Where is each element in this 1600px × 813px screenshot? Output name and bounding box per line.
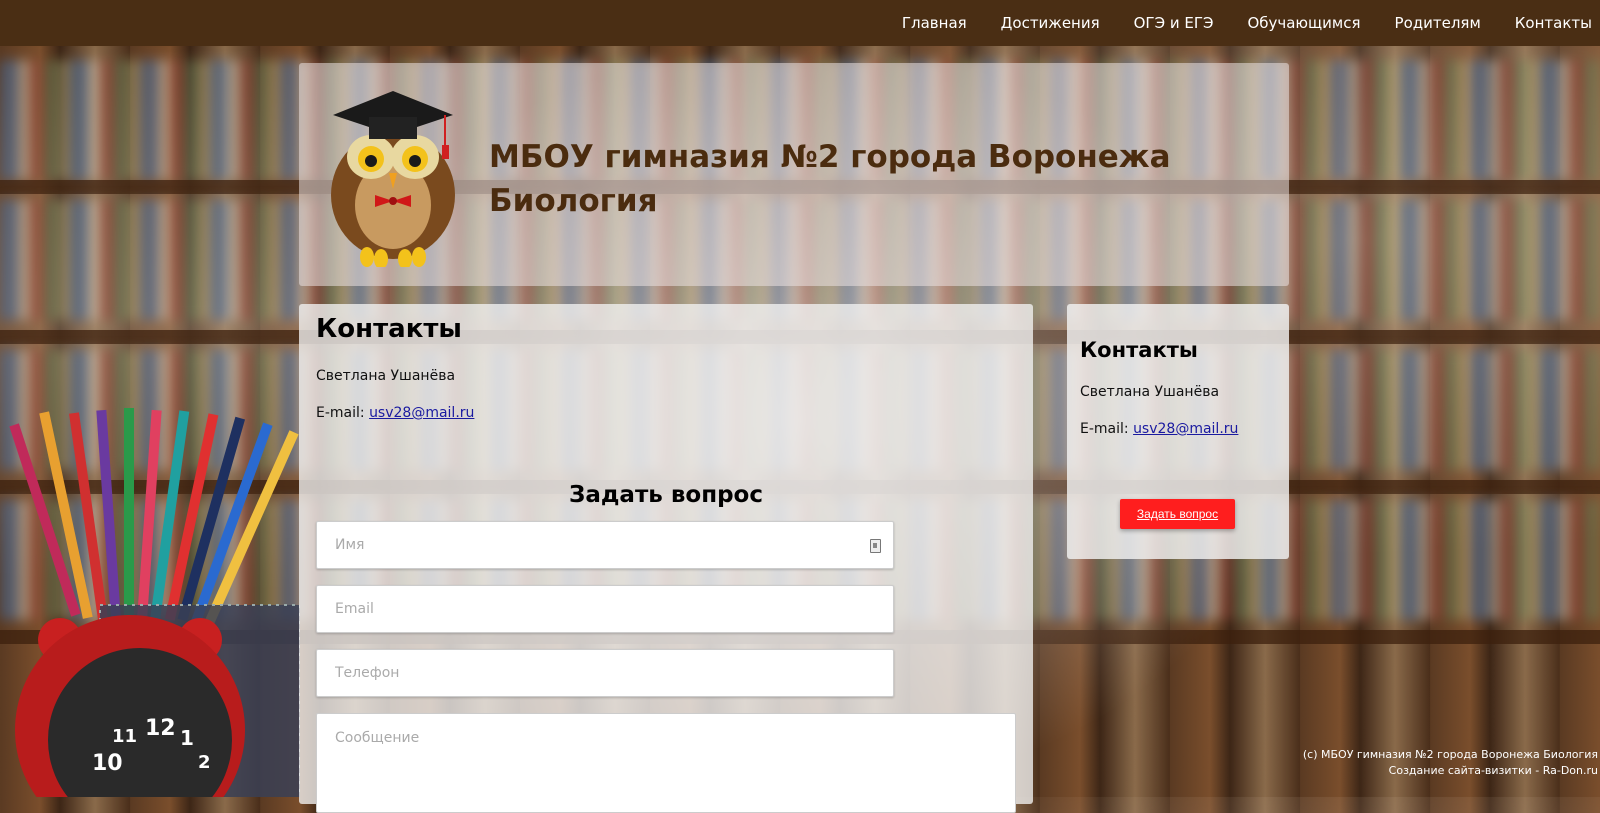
nav-link-home[interactable]: Главная bbox=[902, 14, 967, 32]
main-content: Контакты Светлана Ушанёва E-mail: usv28@… bbox=[299, 304, 1033, 813]
phone-input[interactable] bbox=[316, 649, 894, 697]
sidebar-contacts: Контакты Светлана Ушанёва E-mail: usv28@… bbox=[1067, 304, 1289, 559]
email-label: E-mail: bbox=[316, 405, 370, 421]
ask-question-button[interactable]: Задать вопрос bbox=[1120, 499, 1235, 529]
svg-text:11: 11 bbox=[112, 726, 137, 747]
svg-text:1: 1 bbox=[180, 726, 194, 750]
page-title: Контакты bbox=[316, 314, 462, 344]
name-input[interactable] bbox=[316, 521, 894, 569]
pencils-and-clock-decoration: 12 1 10 11 2 bbox=[0, 400, 300, 797]
ask-question-title: Задать вопрос bbox=[569, 482, 763, 508]
nav-link-achievements[interactable]: Достижения bbox=[1001, 14, 1100, 32]
site-header: МБОУ гимназия №2 города Воронежа Биологи… bbox=[299, 63, 1289, 286]
top-navigation: Главная Достижения ОГЭ и ЕГЭ Обучающимся… bbox=[0, 0, 1600, 46]
sidebar-contact-name: Светлана Ушанёва bbox=[1080, 384, 1220, 400]
sidebar-title: Контакты bbox=[1080, 338, 1198, 362]
nav-link-oge-ege[interactable]: ОГЭ и ЕГЭ bbox=[1134, 14, 1214, 32]
nav-link-parents[interactable]: Родителям bbox=[1395, 14, 1481, 32]
contact-name: Светлана Ушанёва bbox=[316, 368, 456, 384]
sidebar-email-link[interactable]: usv28@mail.ru bbox=[1133, 421, 1238, 437]
sidebar-email-label: E-mail: bbox=[1080, 421, 1134, 437]
contact-email-line: E-mail: usv28@mail.ru bbox=[316, 405, 474, 421]
nav-link-students[interactable]: Обучающимся bbox=[1247, 14, 1360, 32]
sidebar-email-line: E-mail: usv28@mail.ru bbox=[1080, 421, 1238, 437]
footer: (c) МБОУ гимназия №2 города Воронежа Био… bbox=[1303, 747, 1598, 779]
name-field-wrapper bbox=[299, 521, 1033, 569]
site-title: МБОУ гимназия №2 города Воронежа Биологи… bbox=[489, 135, 1171, 223]
email-link[interactable]: usv28@mail.ru bbox=[369, 405, 474, 421]
svg-text:2: 2 bbox=[198, 752, 211, 773]
footer-copyright: (c) МБОУ гимназия №2 города Воронежа Био… bbox=[1302, 748, 1598, 761]
contact-card-icon bbox=[870, 539, 881, 553]
footer-credit[interactable]: Создание сайта-визитки - Ra-Don.ru bbox=[1303, 763, 1598, 779]
svg-text:10: 10 bbox=[92, 751, 123, 776]
owl-logo[interactable] bbox=[313, 77, 473, 267]
email-input[interactable] bbox=[316, 585, 894, 633]
site-title-subject: Биология bbox=[489, 183, 658, 219]
nav-link-contacts[interactable]: Контакты bbox=[1515, 14, 1592, 32]
svg-text:12: 12 bbox=[145, 716, 176, 741]
message-textarea[interactable] bbox=[316, 713, 1016, 813]
site-title-school: МБОУ гимназия №2 города Воронежа bbox=[489, 139, 1171, 175]
